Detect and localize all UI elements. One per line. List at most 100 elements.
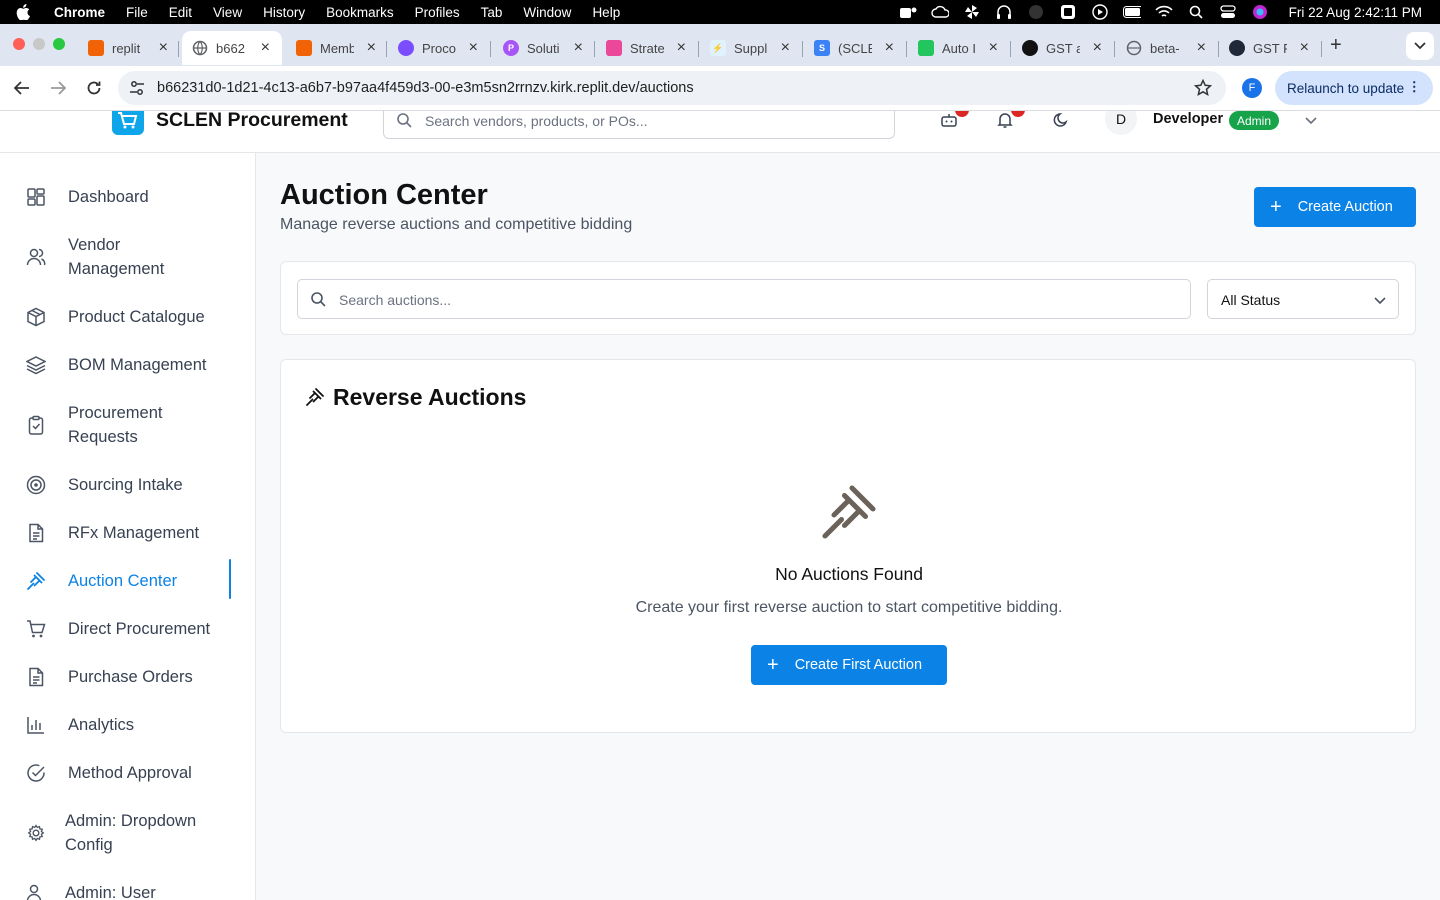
browser-tab-memb[interactable]: Memb × (296, 31, 376, 65)
teams-icon[interactable] (899, 5, 917, 19)
browser-tab-gst-a[interactable]: GST a × (1022, 31, 1102, 65)
browser-tab-scle[interactable]: S (SCLE × (814, 31, 894, 65)
chevron-down-icon[interactable] (1305, 112, 1317, 130)
menubar-clock[interactable]: Fri 22 Aug 2:42:11 PM (1289, 5, 1422, 20)
p-icon: P (503, 40, 519, 56)
browser-tab-gst-f[interactable]: GST F × (1229, 31, 1309, 65)
siri-icon[interactable] (1251, 5, 1269, 19)
menu-history[interactable]: History (263, 5, 305, 20)
create-auction-button[interactable]: + Create Auction (1254, 187, 1416, 227)
auction-search-input[interactable]: Search auctions... (297, 279, 1191, 319)
close-icon[interactable]: × (781, 39, 790, 57)
play-icon[interactable] (1091, 4, 1109, 20)
moon-icon[interactable] (1052, 111, 1070, 129)
profile-avatar[interactable]: F (1242, 78, 1262, 98)
back-arrow-icon[interactable] (12, 78, 32, 98)
sidebar-item-rfx-management[interactable]: RFx Management (24, 521, 231, 545)
minimize-window-button[interactable] (33, 38, 45, 50)
menu-window[interactable]: Window (523, 5, 571, 20)
close-icon[interactable]: × (1300, 39, 1309, 57)
sidebar-item-dashboard[interactable]: Dashboard (24, 185, 231, 209)
new-tab-button[interactable]: + (1330, 34, 1342, 57)
menu-view[interactable]: View (213, 5, 242, 20)
close-icon[interactable]: × (677, 39, 686, 57)
control-center-icon[interactable] (1219, 5, 1237, 19)
close-icon[interactable]: × (159, 39, 168, 57)
sidebar-item-sourcing-intake[interactable]: Sourcing Intake (24, 473, 231, 497)
brand-name[interactable]: SCLEN Procurement (156, 111, 348, 132)
sidebar-item-method-approval[interactable]: Method Approval (24, 761, 231, 785)
sidebar-item-admin-dropdown-config[interactable]: Admin: Dropdown Config (24, 809, 231, 857)
sidebar-item-label: Admin: User (65, 884, 156, 900)
sidebar-item-direct-procurement[interactable]: Direct Procurement (24, 617, 231, 641)
status-filter-select[interactable]: All Status (1207, 279, 1399, 319)
menu-tab[interactable]: Tab (481, 5, 503, 20)
relaunch-button[interactable]: Relaunch to update ⋮ (1275, 71, 1433, 105)
reload-icon[interactable] (84, 78, 104, 98)
sidebar-item-analytics[interactable]: Analytics (24, 713, 231, 737)
spotlight-search-icon[interactable] (1187, 5, 1205, 19)
cart-logo-icon[interactable] (112, 111, 144, 135)
wifi-icon[interactable] (1155, 5, 1173, 19)
browser-tab-suppl[interactable]: ⚡ Suppl × (710, 31, 790, 65)
sidebar-item-bom-management[interactable]: BOM Management (24, 353, 231, 377)
menu-file[interactable]: File (126, 5, 148, 20)
check-circle-icon (24, 761, 48, 785)
relaunch-label: Relaunch to update (1287, 80, 1405, 96)
forward-arrow-icon[interactable] (48, 78, 68, 98)
menu-help[interactable]: Help (592, 5, 620, 20)
sidebar-item-product-catalogue[interactable]: Product Catalogue (24, 305, 231, 329)
sidebar-item-vendor-management[interactable]: Vendor Management (24, 233, 231, 281)
address-bar[interactable]: b66231d0-1d21-4c13-a6b7-b97aa4f459d3-00-… (118, 71, 1226, 105)
browser-tab-replit[interactable]: replit × (88, 31, 168, 65)
sidebar-item-label: Dashboard (68, 188, 149, 206)
pinwheel-icon[interactable] (963, 5, 981, 19)
close-icon[interactable]: × (989, 39, 998, 57)
create-first-auction-button[interactable]: + Create First Auction (751, 645, 947, 685)
global-search-input[interactable]: Search vendors, products, or POs... (383, 111, 895, 139)
tab-title: replit (112, 40, 141, 56)
close-icon[interactable]: × (1197, 39, 1206, 57)
close-icon[interactable]: × (367, 39, 376, 57)
sidebar-item-admin-user[interactable]: Admin: User (24, 881, 231, 900)
office-icon[interactable] (1059, 5, 1077, 19)
user-avatar[interactable]: D (1105, 111, 1137, 135)
users-icon (24, 881, 48, 900)
user-name[interactable]: Developer (1153, 111, 1223, 127)
record-icon[interactable] (1027, 5, 1045, 19)
browser-tab-active[interactable]: b662 × (182, 31, 282, 65)
browser-tab-strate[interactable]: Strate × (606, 31, 686, 65)
replit-icon (296, 40, 312, 56)
close-icon[interactable]: × (574, 39, 583, 57)
browser-tab-soluti[interactable]: P Soluti × (503, 31, 583, 65)
zoom-window-button[interactable] (53, 38, 65, 50)
menu-app-chrome[interactable]: Chrome (54, 5, 105, 20)
gavel-icon (24, 569, 48, 593)
browser-tab-auto[interactable]: Auto I × (918, 31, 998, 65)
clipboard-check-icon (24, 413, 48, 437)
browser-tab-proco[interactable]: Proco × (398, 31, 478, 65)
more-menu-icon[interactable]: ⋮ (1408, 79, 1422, 95)
close-icon[interactable]: × (261, 39, 270, 57)
site-settings-icon[interactable] (128, 79, 146, 102)
menu-profiles[interactable]: Profiles (415, 5, 460, 20)
apple-icon[interactable] (16, 4, 40, 20)
globe-icon (192, 40, 208, 56)
battery-icon[interactable] (1122, 5, 1141, 19)
browser-tab-beta[interactable]: beta- × (1126, 31, 1206, 65)
headphones-icon[interactable] (995, 5, 1013, 19)
close-icon[interactable]: × (1093, 39, 1102, 57)
close-icon[interactable]: × (469, 39, 478, 57)
close-icon[interactable]: × (885, 39, 894, 57)
sidebar-item-purchase-orders[interactable]: Purchase Orders (24, 665, 231, 689)
tab-search-button[interactable] (1406, 32, 1434, 60)
menu-edit[interactable]: Edit (169, 5, 192, 20)
cloud-icon[interactable] (930, 5, 949, 19)
sidebar-item-auction-center[interactable]: Auction Center (24, 559, 231, 599)
bookmark-star-icon[interactable] (1193, 78, 1213, 102)
close-window-button[interactable] (13, 38, 25, 50)
menu-bookmarks[interactable]: Bookmarks (326, 5, 394, 20)
chevron-down-icon (1374, 292, 1386, 310)
sidebar-item-label: Purchase Orders (68, 668, 193, 686)
sidebar-item-procurement-requests[interactable]: Procurement Requests (24, 401, 231, 449)
